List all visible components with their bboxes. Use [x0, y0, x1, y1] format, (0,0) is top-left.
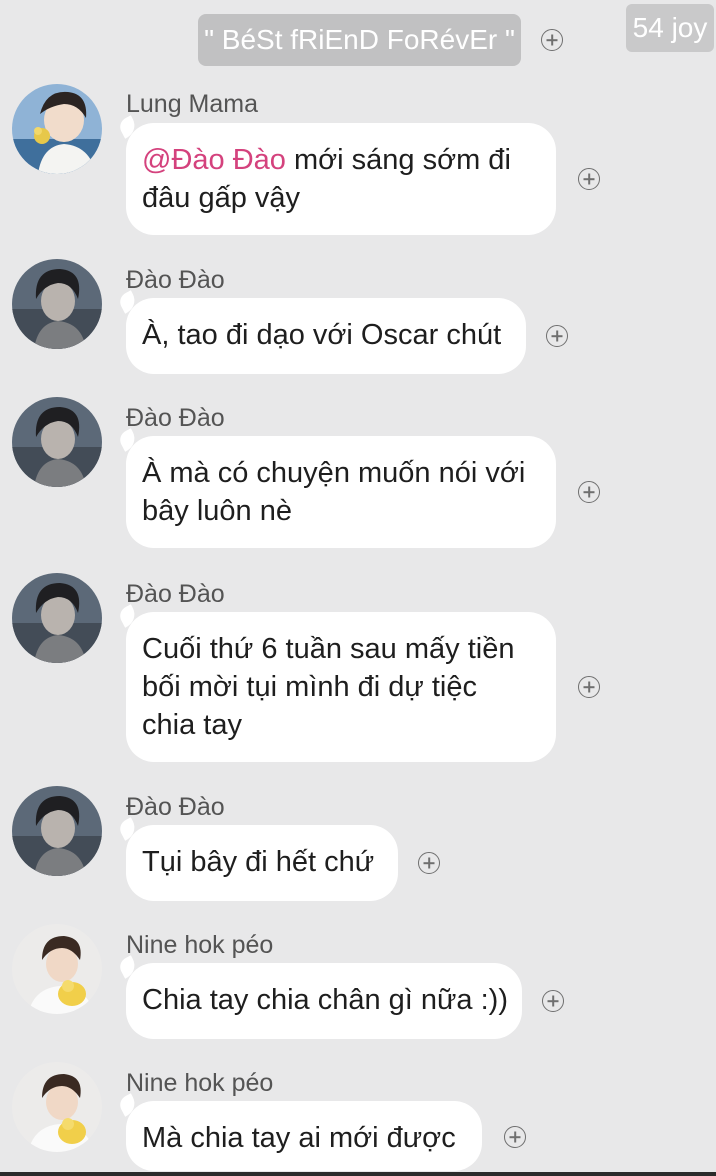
group-name-pill[interactable]: " BéSt fRiEnD FoRévEr ": [198, 14, 521, 66]
message-line: À mà có chuyện muốn nói với: [142, 457, 526, 489]
sender-name: Đào Đào: [126, 266, 225, 294]
avatar-dao-dao[interactable]: [12, 259, 102, 349]
message-line: Chia tay chia chân gì nữa :)): [142, 984, 508, 1016]
plus-circle-icon[interactable]: [546, 325, 568, 347]
plus-circle-icon[interactable]: [578, 676, 600, 698]
sender-name: Nine hok péo: [126, 1069, 274, 1097]
avatar-nine-hok-peo[interactable]: [12, 1062, 102, 1152]
plus-circle-icon[interactable]: [578, 168, 600, 190]
joy-counter-badge[interactable]: 54 joy: [626, 4, 714, 52]
message-line: Tụi bây đi hết chứ: [142, 846, 375, 878]
avatar-dao-dao[interactable]: [12, 397, 102, 487]
plus-circle-icon[interactable]: [578, 481, 600, 503]
mention-tag[interactable]: @Đào Đào: [142, 144, 286, 176]
plus-circle-icon[interactable]: [542, 990, 564, 1012]
sender-name: Đào Đào: [126, 793, 225, 821]
message-bubble[interactable]: Chia tay chia chân gì nữa :)): [126, 963, 522, 1039]
avatar-lung-mama[interactable]: [12, 84, 102, 174]
message-line: Cuối thứ 6 tuần sau mấy tiền: [142, 633, 515, 665]
message-bubble[interactable]: Tụi bây đi hết chứ: [126, 825, 398, 901]
message-line: đâu gấp vậy: [142, 182, 301, 214]
plus-circle-icon[interactable]: [418, 852, 440, 874]
plus-circle-icon[interactable]: [541, 29, 563, 51]
bottom-divider: [0, 1172, 716, 1176]
message-line: bây luôn nè: [142, 495, 292, 527]
sender-name: Lung Mama: [126, 90, 259, 118]
message-line: chia tay: [142, 709, 242, 741]
message-bubble[interactable]: Mà chia tay ai mới được: [126, 1101, 482, 1171]
message-line: bối mời tụi mình đi dự tiệc: [142, 671, 478, 703]
plus-circle-icon[interactable]: [504, 1126, 526, 1148]
chat-header: " BéSt fRiEnD FoRévEr " 54 joy: [0, 0, 716, 72]
message-line: @Đào Đào mới sáng sớm đi: [142, 144, 511, 176]
message-bubble[interactable]: À mà có chuyện muốn nói với bây luôn nè: [126, 436, 556, 548]
message-line: Mà chia tay ai mới được: [142, 1122, 456, 1154]
sender-name: Đào Đào: [126, 404, 225, 432]
sender-name: Đào Đào: [126, 580, 225, 608]
message-bubble[interactable]: À, tao đi dạo với Oscar chút: [126, 298, 526, 374]
message-bubble[interactable]: Cuối thứ 6 tuần sau mấy tiền bối mời tụi…: [126, 612, 556, 762]
message-bubble[interactable]: @Đào Đào mới sáng sớm đi đâu gấp vậy: [126, 123, 556, 235]
sender-name: Nine hok péo: [126, 931, 274, 959]
message-line: À, tao đi dạo với Oscar chút: [142, 319, 502, 351]
avatar-dao-dao[interactable]: [12, 573, 102, 663]
avatar-dao-dao[interactable]: [12, 786, 102, 876]
avatar-nine-hok-peo[interactable]: [12, 924, 102, 1014]
